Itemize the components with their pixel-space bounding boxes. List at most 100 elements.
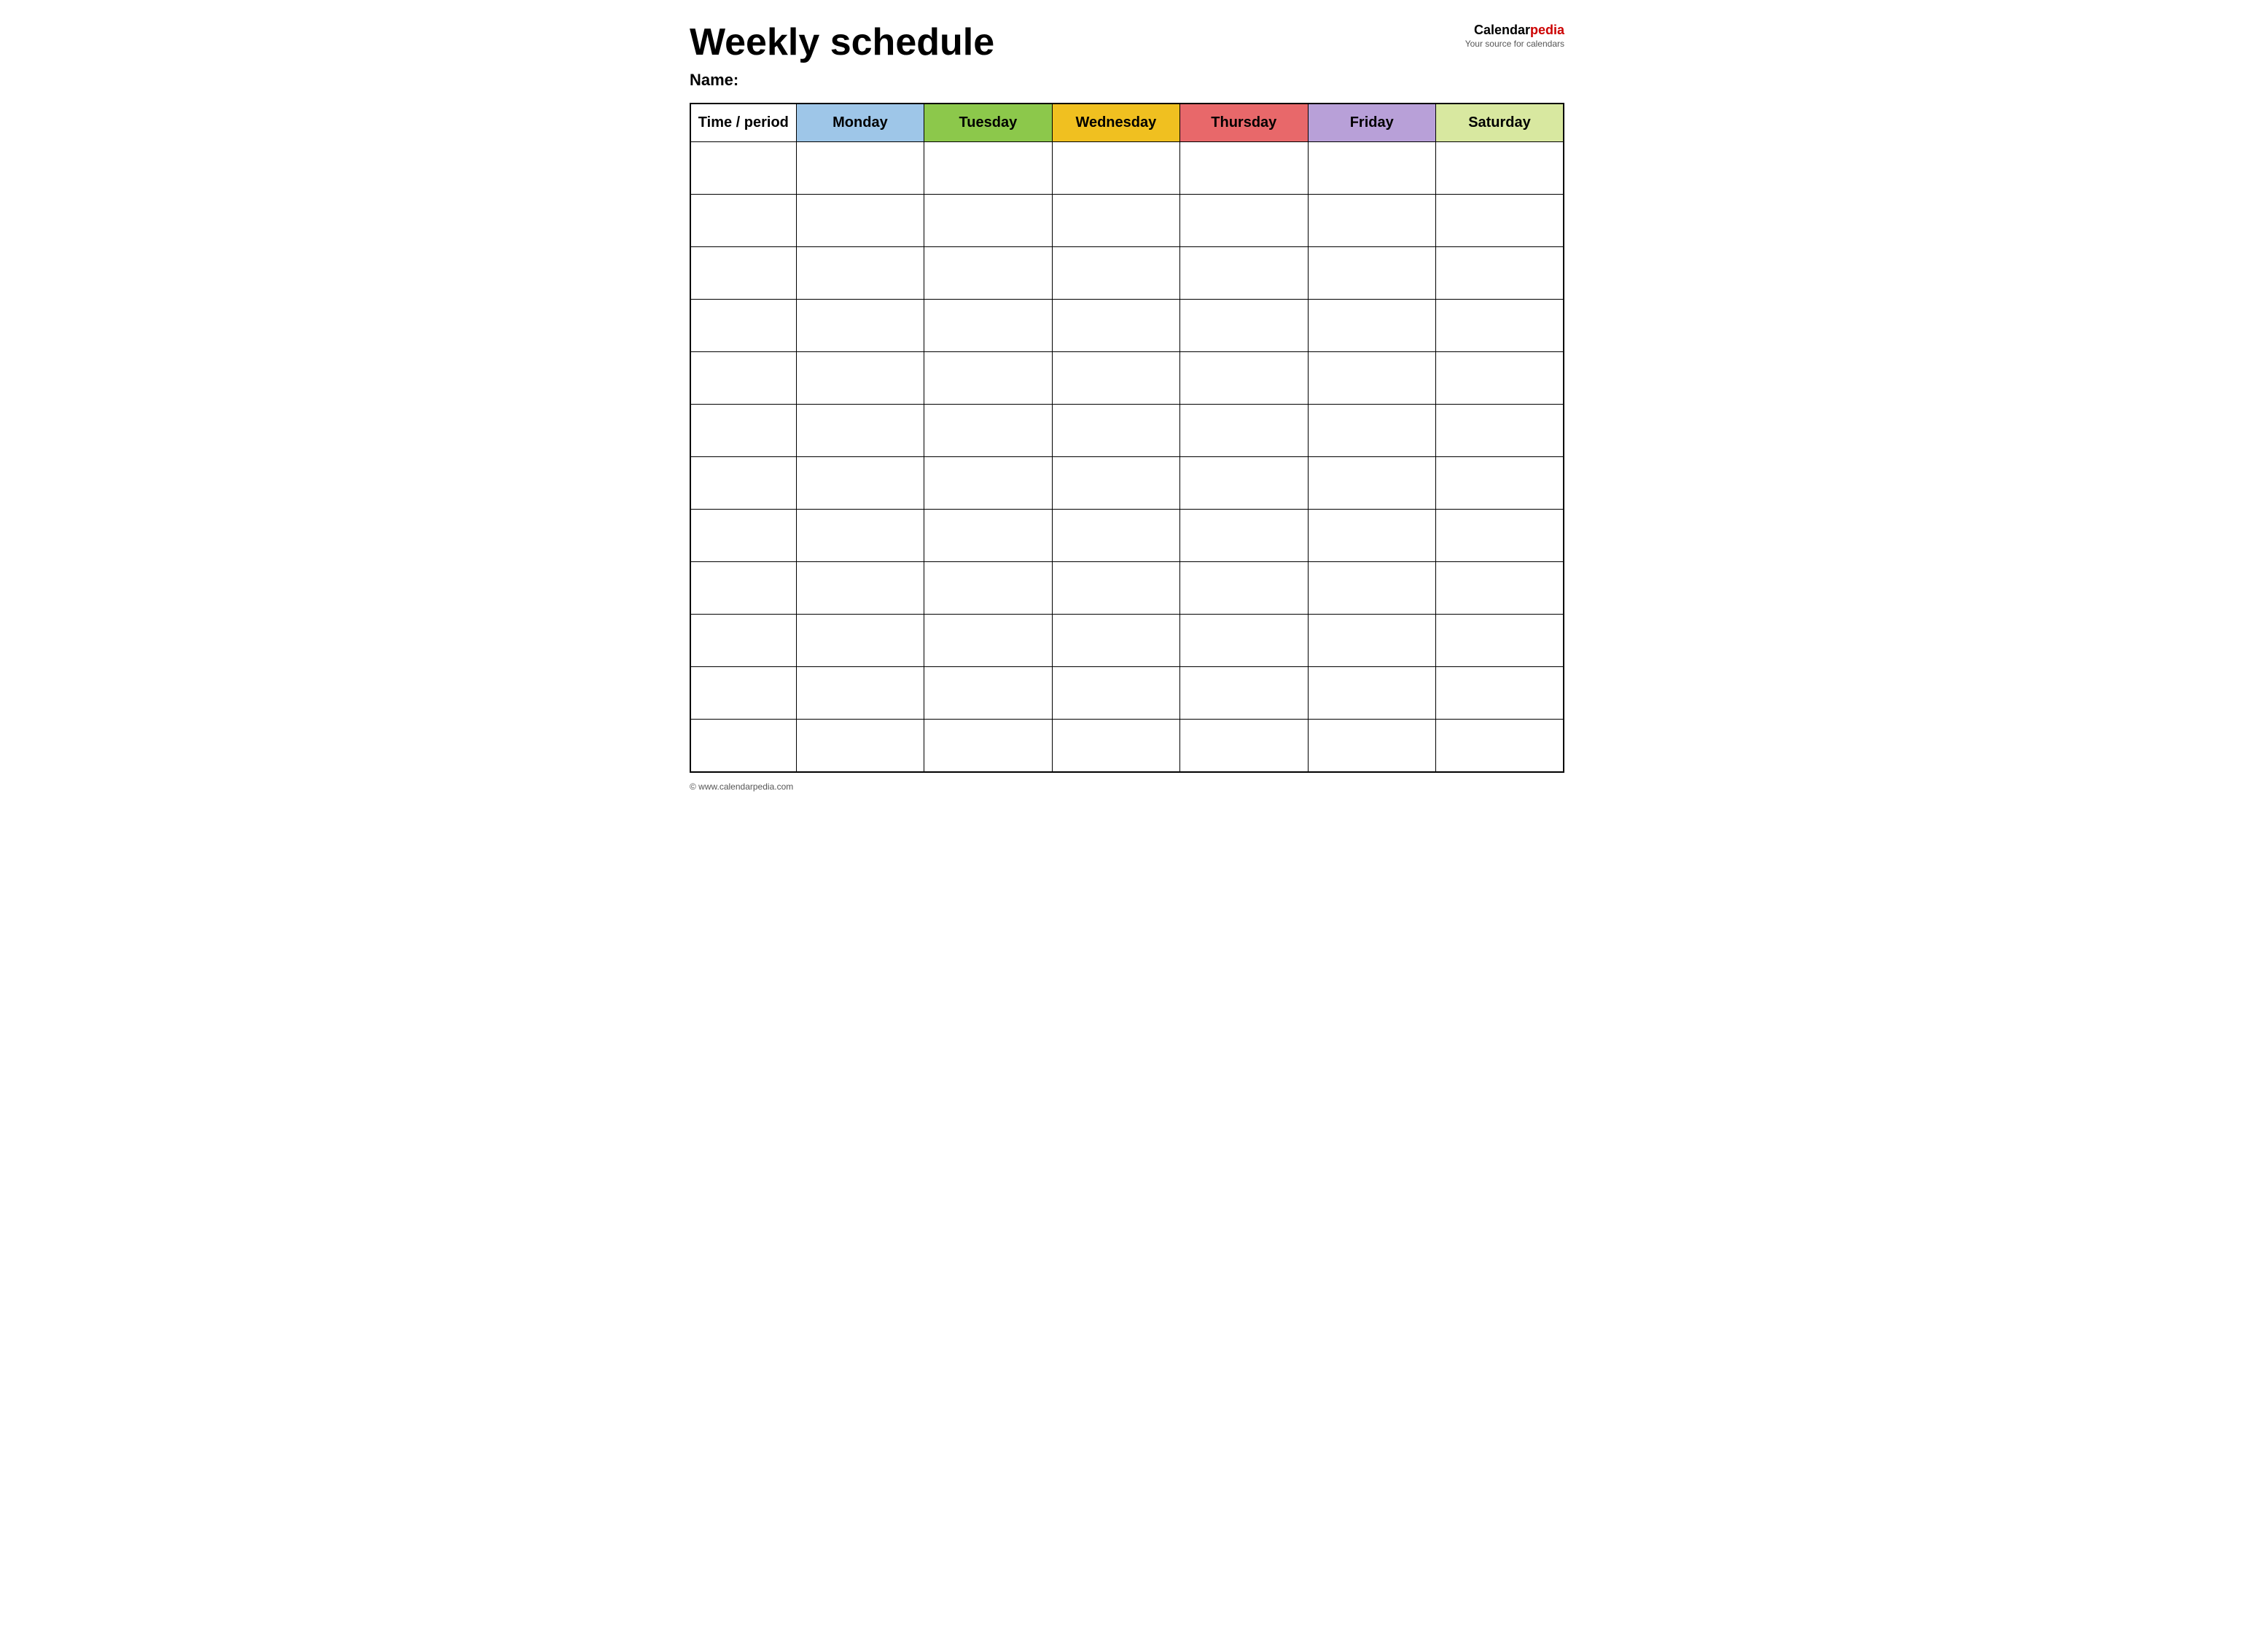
day-cell[interactable] [1180, 510, 1308, 562]
footer-url: © www.calendarpedia.com [690, 782, 793, 792]
time-cell[interactable] [690, 562, 796, 615]
day-cell[interactable] [924, 510, 1052, 562]
day-cell[interactable] [1180, 667, 1308, 720]
day-cell[interactable] [1052, 720, 1179, 772]
day-cell[interactable] [796, 510, 924, 562]
day-cell[interactable] [1052, 300, 1179, 352]
day-cell[interactable] [924, 667, 1052, 720]
col-header-friday: Friday [1308, 104, 1435, 142]
day-cell[interactable] [1435, 457, 1564, 510]
table-row [690, 667, 1564, 720]
day-cell[interactable] [1180, 562, 1308, 615]
time-cell[interactable] [690, 300, 796, 352]
time-cell[interactable] [690, 405, 796, 457]
brand-name: Calendarpedia [1465, 22, 1564, 39]
time-cell[interactable] [690, 142, 796, 195]
day-cell[interactable] [1180, 300, 1308, 352]
day-cell[interactable] [1308, 615, 1435, 667]
day-cell[interactable] [1435, 352, 1564, 405]
day-cell[interactable] [1435, 667, 1564, 720]
day-cell[interactable] [1052, 615, 1179, 667]
day-cell[interactable] [924, 142, 1052, 195]
day-cell[interactable] [1308, 562, 1435, 615]
day-cell[interactable] [1435, 510, 1564, 562]
day-cell[interactable] [1052, 142, 1179, 195]
day-cell[interactable] [796, 195, 924, 247]
day-cell[interactable] [1308, 720, 1435, 772]
day-cell[interactable] [1435, 300, 1564, 352]
schedule-table: Time / period Monday Tuesday Wednesday T… [690, 103, 1564, 773]
time-cell[interactable] [690, 247, 796, 300]
day-cell[interactable] [1308, 247, 1435, 300]
day-cell[interactable] [1052, 667, 1179, 720]
day-cell[interactable] [1052, 352, 1179, 405]
table-row [690, 562, 1564, 615]
day-cell[interactable] [1308, 510, 1435, 562]
day-cell[interactable] [1308, 142, 1435, 195]
day-cell[interactable] [796, 667, 924, 720]
day-cell[interactable] [1435, 247, 1564, 300]
day-cell[interactable] [1180, 457, 1308, 510]
day-cell[interactable] [924, 405, 1052, 457]
day-cell[interactable] [1435, 195, 1564, 247]
table-row [690, 720, 1564, 772]
time-cell[interactable] [690, 720, 796, 772]
day-cell[interactable] [1180, 142, 1308, 195]
day-cell[interactable] [1052, 510, 1179, 562]
day-cell[interactable] [796, 562, 924, 615]
day-cell[interactable] [1435, 142, 1564, 195]
day-cell[interactable] [924, 300, 1052, 352]
day-cell[interactable] [1180, 195, 1308, 247]
day-cell[interactable] [1308, 195, 1435, 247]
day-cell[interactable] [924, 352, 1052, 405]
day-cell[interactable] [1180, 405, 1308, 457]
day-cell[interactable] [796, 615, 924, 667]
table-row [690, 510, 1564, 562]
time-cell[interactable] [690, 352, 796, 405]
day-cell[interactable] [1435, 562, 1564, 615]
page-wrapper: Weekly schedule Calendarpedia Your sourc… [690, 22, 1564, 792]
day-cell[interactable] [1435, 405, 1564, 457]
day-cell[interactable] [1435, 615, 1564, 667]
time-cell[interactable] [690, 667, 796, 720]
day-cell[interactable] [1308, 405, 1435, 457]
day-cell[interactable] [1052, 457, 1179, 510]
day-cell[interactable] [1052, 405, 1179, 457]
day-cell[interactable] [924, 195, 1052, 247]
day-cell[interactable] [796, 247, 924, 300]
col-header-wednesday: Wednesday [1052, 104, 1179, 142]
day-cell[interactable] [1180, 352, 1308, 405]
day-cell[interactable] [1052, 562, 1179, 615]
day-cell[interactable] [1052, 195, 1179, 247]
day-cell[interactable] [796, 300, 924, 352]
time-cell[interactable] [690, 510, 796, 562]
day-cell[interactable] [1435, 720, 1564, 772]
brand-name-part1: Calendar [1474, 23, 1530, 37]
day-cell[interactable] [796, 142, 924, 195]
header-row: Weekly schedule Calendarpedia Your sourc… [690, 22, 1564, 63]
day-cell[interactable] [796, 352, 924, 405]
time-cell[interactable] [690, 195, 796, 247]
day-cell[interactable] [1052, 247, 1179, 300]
day-cell[interactable] [1180, 247, 1308, 300]
table-row [690, 615, 1564, 667]
day-cell[interactable] [1180, 615, 1308, 667]
table-row [690, 142, 1564, 195]
day-cell[interactable] [796, 720, 924, 772]
page-title: Weekly schedule [690, 22, 1465, 63]
day-cell[interactable] [796, 457, 924, 510]
day-cell[interactable] [1308, 457, 1435, 510]
brand-name-part2: pedia [1530, 23, 1564, 37]
day-cell[interactable] [924, 615, 1052, 667]
day-cell[interactable] [1308, 300, 1435, 352]
day-cell[interactable] [1308, 352, 1435, 405]
day-cell[interactable] [924, 562, 1052, 615]
time-cell[interactable] [690, 457, 796, 510]
day-cell[interactable] [924, 247, 1052, 300]
day-cell[interactable] [796, 405, 924, 457]
day-cell[interactable] [924, 457, 1052, 510]
day-cell[interactable] [924, 720, 1052, 772]
day-cell[interactable] [1308, 667, 1435, 720]
time-cell[interactable] [690, 615, 796, 667]
day-cell[interactable] [1180, 720, 1308, 772]
